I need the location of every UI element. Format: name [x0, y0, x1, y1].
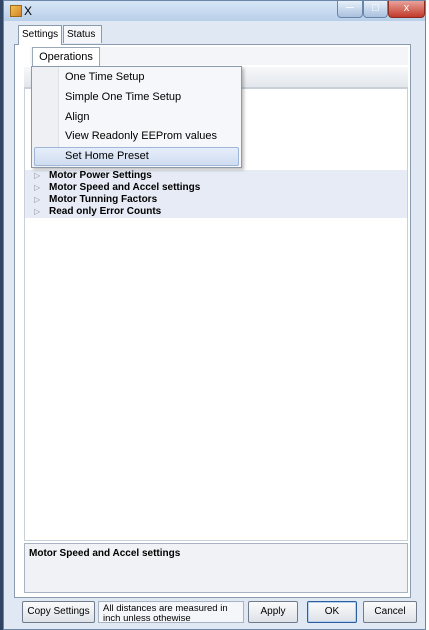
- expand-icon[interactable]: ▷: [34, 195, 40, 204]
- menu-item-align[interactable]: Align: [34, 108, 239, 127]
- units-note: All distances are measured in inch unles…: [98, 601, 244, 623]
- expand-icon[interactable]: ▷: [34, 171, 40, 180]
- menu-item-simple-one-time-setup[interactable]: Simple One Time Setup: [34, 88, 239, 107]
- app-icon: [10, 5, 22, 17]
- expand-icon[interactable]: ▷: [34, 183, 40, 192]
- category-label: Motor Power Settings: [49, 170, 152, 181]
- category-label: Motor Speed and Accel settings: [49, 182, 201, 193]
- title-bar[interactable]: X ─ □ x: [4, 1, 425, 21]
- category-label: Read only Error Counts: [49, 206, 162, 217]
- ok-button[interactable]: OK: [307, 601, 357, 623]
- menu-item-view-readonly-eeprom[interactable]: View Readonly EEProm values: [34, 127, 239, 146]
- operations-dropdown: One Time Setup Simple One Time Setup Ali…: [31, 66, 242, 168]
- operations-menu[interactable]: Operations: [32, 47, 100, 67]
- expand-icon[interactable]: ▷: [34, 207, 40, 216]
- description-panel: Motor Speed and Accel settings: [24, 543, 408, 593]
- tab-status[interactable]: Status: [63, 25, 102, 43]
- minimize-button[interactable]: ─: [337, 1, 363, 18]
- category-row[interactable]: ▷ Motor Power Settings: [25, 170, 407, 182]
- maximize-button[interactable]: □: [363, 1, 388, 18]
- window-title: X: [24, 4, 33, 18]
- close-button[interactable]: x: [388, 1, 425, 18]
- category-row[interactable]: ▷ Motor Speed and Accel settings: [25, 182, 407, 194]
- cancel-button[interactable]: Cancel: [363, 601, 417, 623]
- menu-item-set-home-preset[interactable]: Set Home Preset: [34, 147, 239, 166]
- copy-settings-button[interactable]: Copy Settings: [22, 601, 95, 623]
- menu-item-one-time-setup[interactable]: One Time Setup: [34, 68, 239, 87]
- tab-settings[interactable]: Settings: [18, 25, 62, 45]
- category-label: Motor Tunning Factors: [49, 194, 158, 205]
- apply-button[interactable]: Apply: [248, 601, 298, 623]
- category-row[interactable]: ▷ Motor Tunning Factors: [25, 194, 407, 206]
- description-title: Motor Speed and Accel settings: [29, 548, 181, 559]
- category-row[interactable]: ▷ Read only Error Counts: [25, 206, 407, 218]
